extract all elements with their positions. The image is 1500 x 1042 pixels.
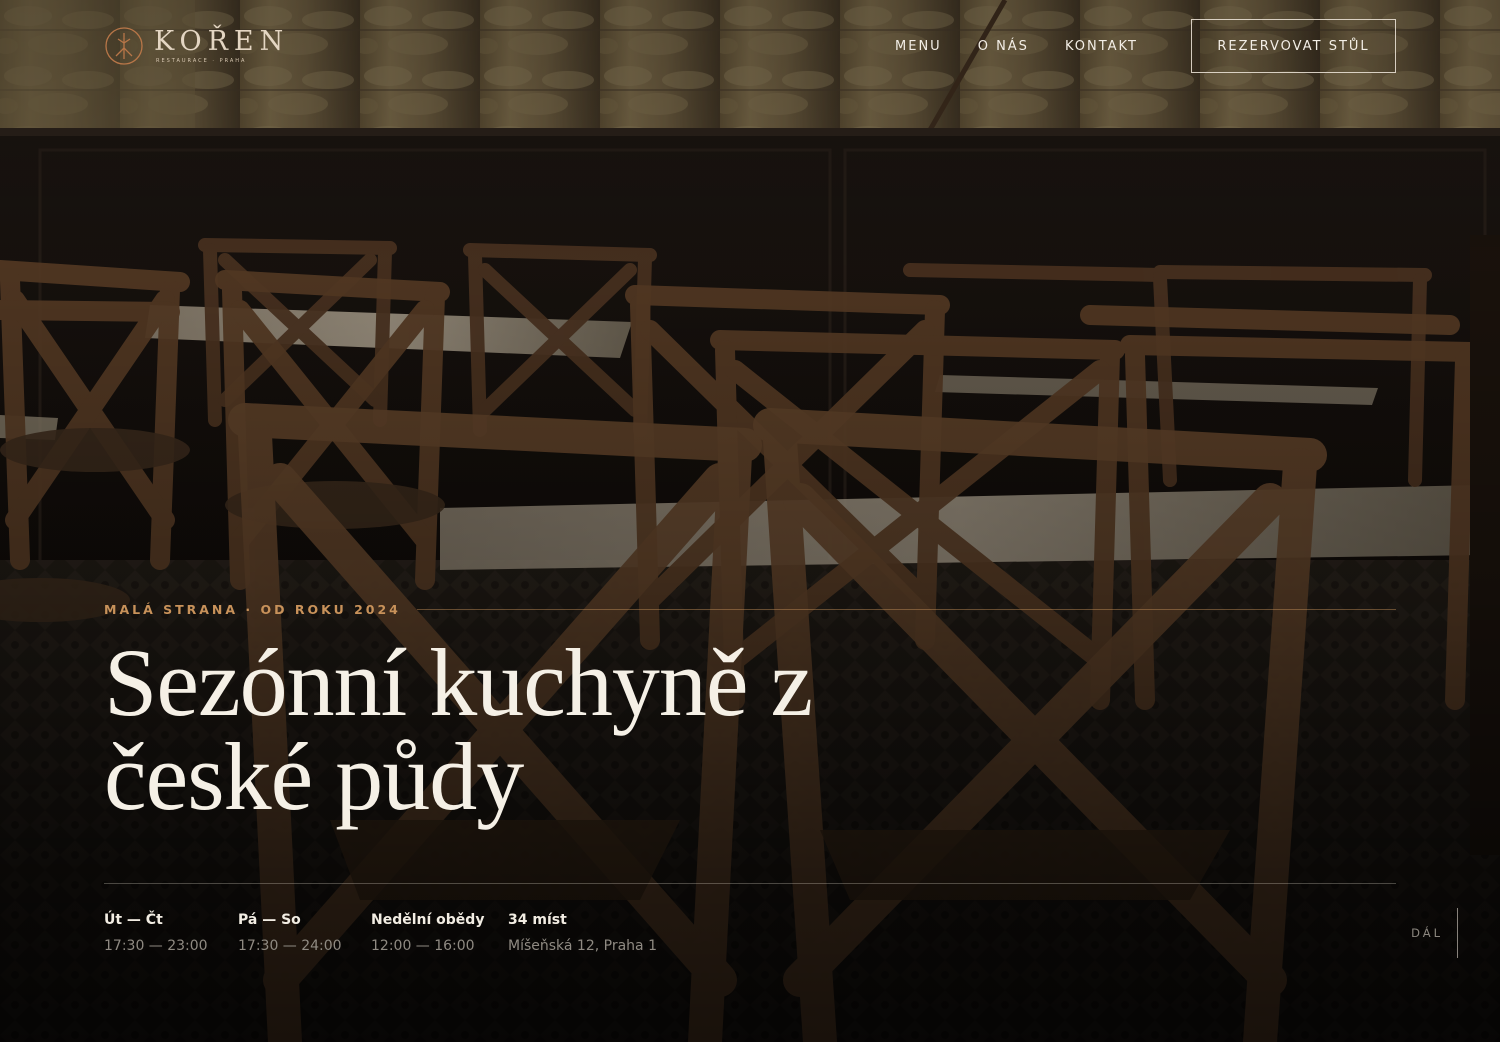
nav-link-contact[interactable]: KONTAKT — [1065, 39, 1138, 54]
eyebrow-divider — [416, 609, 1396, 610]
info-item-weekend: Pá — So 17:30 — 24:00 — [238, 910, 371, 956]
hero-background-photo — [0, 0, 1500, 1042]
nav-links: MENU O NÁS KONTAKT — [895, 39, 1138, 54]
scroll-down-indicator[interactable]: DÁL — [1411, 908, 1458, 958]
reserve-table-button[interactable]: REZERVOVAT STŮL — [1191, 19, 1396, 73]
nav-link-menu[interactable]: MENU — [895, 39, 942, 54]
info-value: Míšeňská 12, Praha 1 — [508, 938, 657, 954]
hero-headline: Sezónní kuchyně z české půdy — [104, 629, 924, 830]
nav-link-about[interactable]: O NÁS — [978, 39, 1029, 54]
hero-eyebrow-row: MALÁ STRANA · OD ROKU 2024 — [104, 602, 1396, 617]
brand-logo[interactable]: KOŘEN RESTAURACE · PRAHA — [104, 26, 289, 66]
info-label: 34 míst — [508, 912, 567, 928]
info-label: Út — Čt — [104, 912, 163, 928]
scroll-label: DÁL — [1411, 926, 1443, 940]
info-item-weekdays: Út — Čt 17:30 — 23:00 — [104, 910, 238, 956]
brand-subtitle: RESTAURACE · PRAHA — [156, 58, 247, 64]
info-item-sunday-lunch: Nedělní obědy 12:00 — 16:00 — [371, 910, 508, 956]
brand-name: KOŘEN — [154, 26, 290, 57]
info-value: 17:30 — 23:00 — [104, 938, 208, 954]
info-value: 17:30 — 24:00 — [238, 938, 342, 954]
info-item-seats-address: 34 míst Míšeňská 12, Praha 1 — [508, 910, 708, 956]
hero-headline-line-2: české půdy — [104, 723, 524, 830]
info-label: Nedělní obědy — [371, 912, 485, 928]
hero-headline-line-1: Sezónní kuchyně z — [104, 629, 813, 736]
scroll-line — [1457, 908, 1458, 958]
info-value: 12:00 — 16:00 — [371, 938, 475, 954]
main-nav: MENU O NÁS KONTAKT REZERVOVAT STŮL — [895, 19, 1396, 73]
info-label: Pá — So — [238, 912, 301, 928]
tree-root-icon — [105, 27, 143, 65]
opening-info: Út — Čt 17:30 — 23:00 Pá — So 17:30 — 24… — [104, 910, 708, 956]
hero-eyebrow: MALÁ STRANA · OD ROKU 2024 — [104, 602, 401, 617]
info-divider — [104, 883, 1396, 884]
site-header: KOŘEN RESTAURACE · PRAHA MENU O NÁS KONT… — [104, 18, 1396, 74]
